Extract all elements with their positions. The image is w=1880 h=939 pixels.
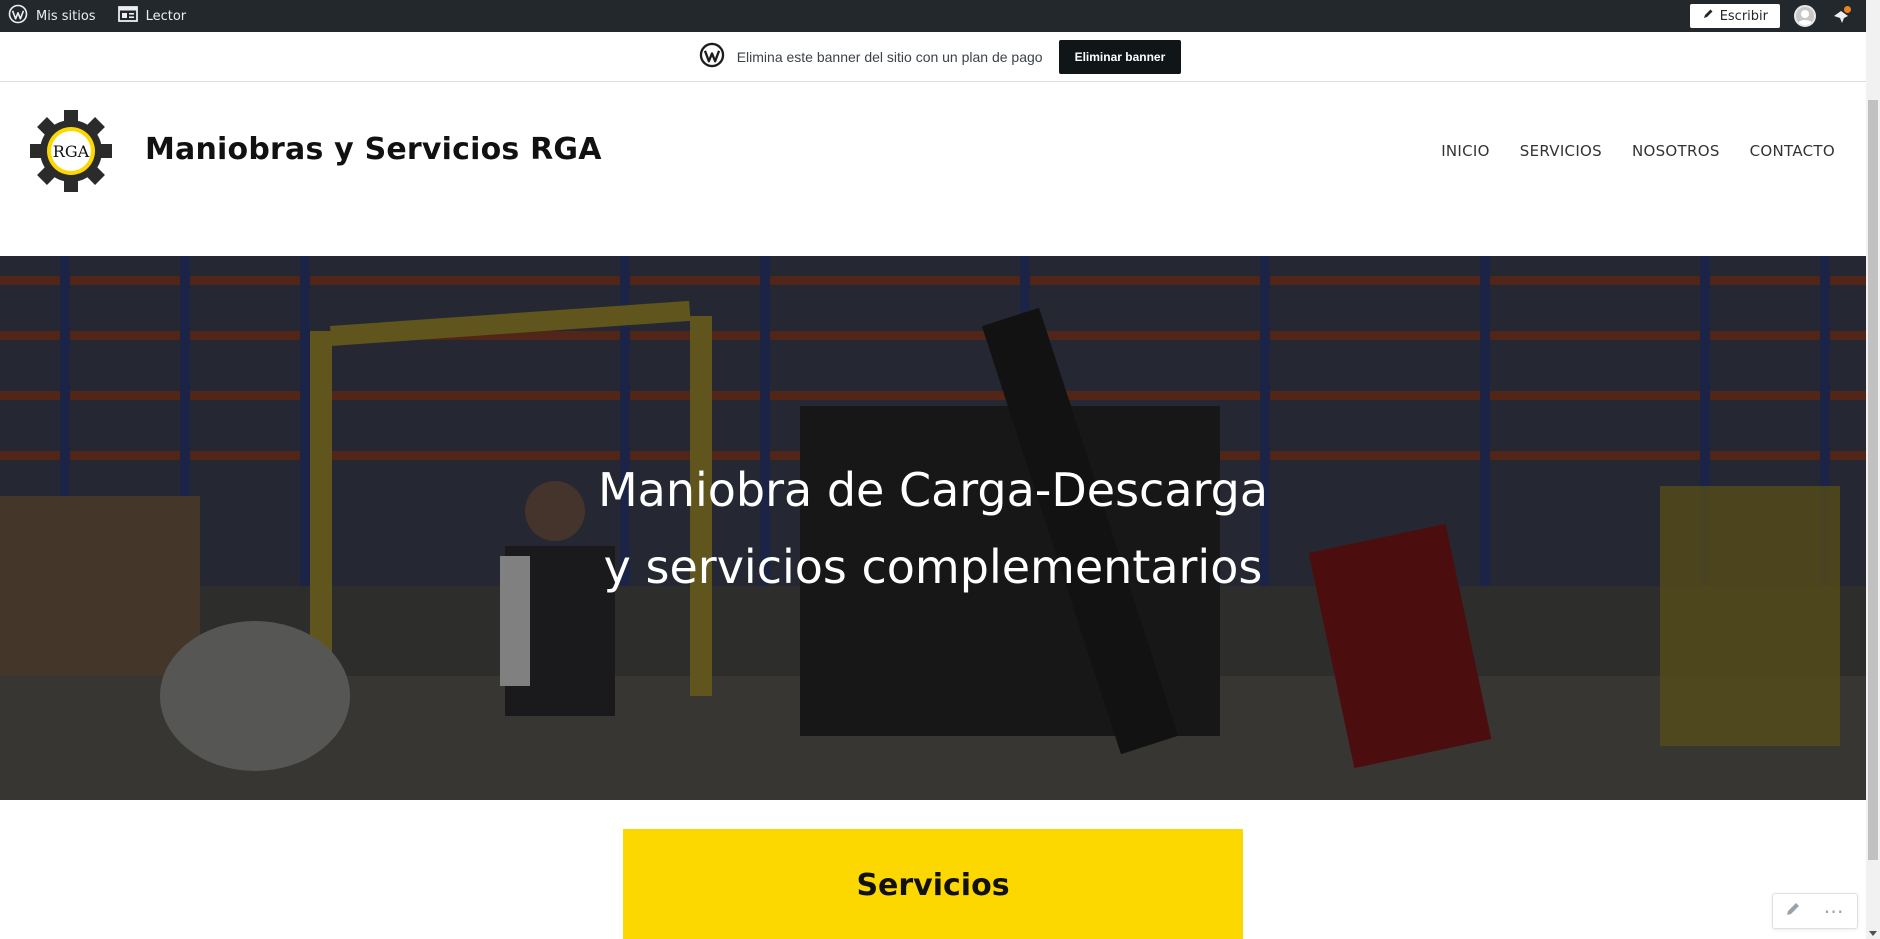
wordpress-icon xyxy=(8,4,28,28)
upgrade-banner: Elimina este banner del sitio con un pla… xyxy=(0,32,1880,82)
nav-item-contacto[interactable]: CONTACTO xyxy=(1750,142,1835,160)
bell-icon[interactable] xyxy=(1830,5,1852,27)
site-title[interactable]: Maniobras y Servicios RGA xyxy=(145,132,602,167)
reader-button[interactable]: Lector xyxy=(110,0,195,32)
floating-actions: ⋯ xyxy=(1772,893,1858,929)
admin-bar-right: Escribir xyxy=(1689,0,1852,32)
avatar-icon[interactable] xyxy=(1794,5,1816,27)
admin-bar: Mis sitios Lector Escribir xyxy=(0,0,1880,32)
more-icon[interactable]: ⋯ xyxy=(1824,901,1846,921)
nav-item-nosotros[interactable]: NOSOTROS xyxy=(1632,142,1720,160)
hero-line-1: Maniobra de Carga-Descarga xyxy=(597,463,1269,517)
my-sites-label: Mis sitios xyxy=(36,8,96,24)
hero-section: Maniobra de Carga-Descarga y servicios c… xyxy=(0,256,1866,800)
notification-dot xyxy=(1844,6,1851,13)
logo-text: RGA xyxy=(53,142,90,161)
nav-item-inicio[interactable]: INICIO xyxy=(1441,142,1490,160)
hero-heading: Maniobra de Carga-Descarga y servicios c… xyxy=(0,452,1866,606)
reader-label: Lector xyxy=(145,8,187,24)
reader-icon xyxy=(117,6,138,26)
page-scrollbar[interactable] xyxy=(1866,0,1880,939)
services-block: Servicios xyxy=(623,829,1243,939)
site-logo[interactable]: RGA xyxy=(30,110,112,192)
site-header: RGA Maniobras y Servicios RGA INICIO SER… xyxy=(0,82,1866,256)
pencil-icon xyxy=(1702,8,1714,24)
write-label: Escribir xyxy=(1719,8,1768,24)
my-sites-button[interactable]: Mis sitios xyxy=(0,0,104,32)
page: Mis sitios Lector Escribir Elimina este … xyxy=(0,0,1880,939)
wordpress-icon xyxy=(699,42,725,72)
services-heading: Servicios xyxy=(856,868,1010,903)
scrollbar-thumb[interactable] xyxy=(1868,100,1878,860)
scroll-down-arrow[interactable] xyxy=(1869,931,1877,936)
remove-banner-button[interactable]: Eliminar banner xyxy=(1058,39,1182,74)
nav-item-servicios[interactable]: SERVICIOS xyxy=(1520,142,1602,160)
hero-line-2: y servicios complementarios xyxy=(603,540,1263,594)
banner-text: Elimina este banner del sitio con un pla… xyxy=(736,48,1043,65)
main-nav: INICIO SERVICIOS NOSOTROS CONTACTO xyxy=(1441,142,1835,160)
write-button[interactable]: Escribir xyxy=(1689,4,1780,28)
edit-icon[interactable] xyxy=(1785,901,1801,921)
